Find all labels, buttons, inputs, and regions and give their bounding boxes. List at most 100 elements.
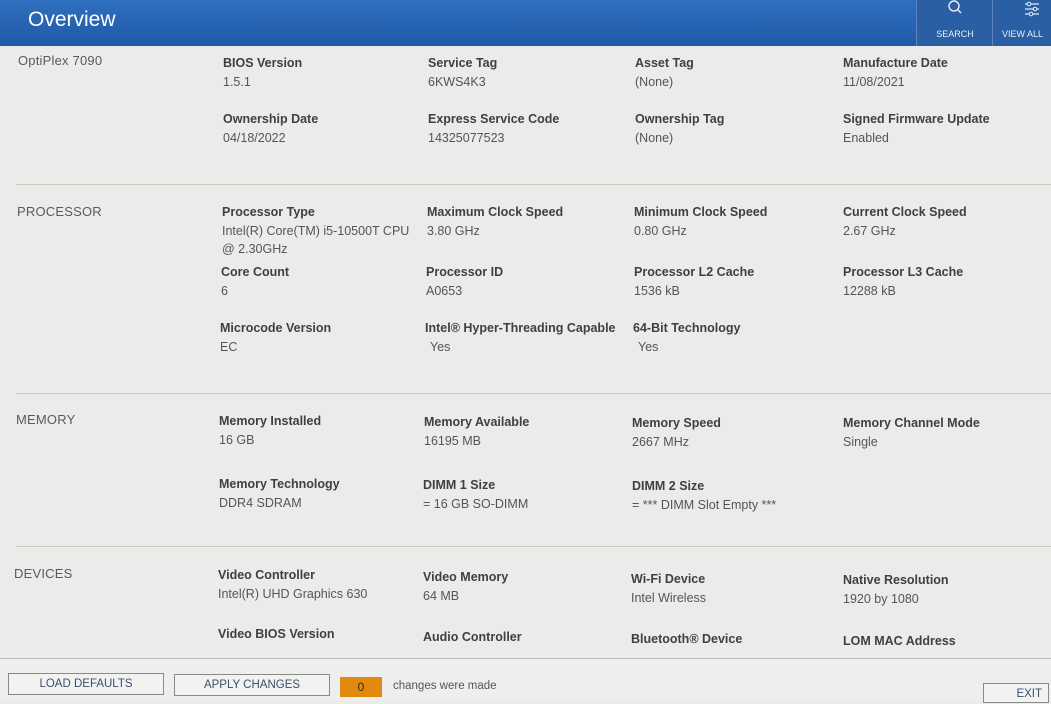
view-all-label: VIEW ALL [1001, 29, 1044, 39]
field-value: 14325077523 [428, 131, 505, 145]
bluetooth-device-field: Bluetooth® Device [631, 631, 836, 649]
64-bit-technology-field: 64-Bit Technology Yes [633, 320, 838, 356]
field-key: Memory Installed [219, 414, 322, 428]
field-key: Microcode Version [220, 321, 332, 335]
field-value: = 16 GB SO-DIMM [423, 497, 529, 511]
field-key: Memory Available [424, 415, 530, 429]
field-value: Intel Wireless [631, 591, 707, 605]
video-bios-version-field: Video BIOS Version [218, 626, 423, 644]
field-value: DDR4 SDRAM [219, 496, 302, 510]
field-key: Asset Tag [635, 56, 694, 70]
field-value: Single [843, 435, 878, 449]
changes-count-badge: 0 [340, 677, 382, 697]
field-value: 16195 MB [424, 434, 481, 448]
field-value: 3.80 GHz [427, 224, 480, 238]
ownership-date-field: Ownership Date 04/18/2022 [223, 111, 428, 147]
load-defaults-button[interactable]: LOAD DEFAULTS [8, 673, 164, 695]
field-key: Ownership Date [223, 112, 319, 126]
search-label: SEARCH [936, 29, 974, 39]
search-icon [948, 0, 962, 14]
search-button[interactable]: SEARCH [916, 0, 993, 46]
field-value: Enabled [843, 131, 889, 145]
signed-firmware-update-field: Signed Firmware Update Enabled [843, 111, 1048, 147]
current-clock-speed-field: Current Clock Speed 2.67 GHz [843, 204, 1048, 240]
field-value: EC [220, 340, 238, 354]
processor-id-field: Processor ID A0653 [426, 264, 631, 300]
dimm1-size-field: DIMM 1 Size = 16 GB SO-DIMM [423, 477, 628, 513]
field-key: LOM MAC Address [843, 634, 956, 648]
field-value: (None) [635, 131, 674, 145]
video-memory-field: Video Memory 64 MB [423, 569, 628, 605]
field-value: Intel(R) UHD Graphics 630 [218, 587, 368, 601]
field-value: Yes [430, 340, 451, 354]
min-clock-speed-field: Minimum Clock Speed 0.80 GHz [634, 204, 839, 240]
footer-bar: LOAD DEFAULTS APPLY CHANGES 0 changes we… [0, 658, 1051, 703]
section-divider [16, 184, 1051, 185]
field-value: 16 GB [219, 433, 255, 447]
field-key: DIMM 2 Size [632, 479, 705, 493]
sliders-icon [1025, 1, 1039, 17]
manufacture-date-field: Manufacture Date 11/08/2021 [843, 55, 1048, 91]
field-key: Current Clock Speed [843, 205, 967, 219]
field-value: 0.80 GHz [634, 224, 687, 238]
processor-section-label: PROCESSOR [17, 204, 102, 219]
field-key: Memory Speed [632, 416, 721, 430]
express-service-code-field: Express Service Code 14325077523 [428, 111, 633, 147]
field-key: Wi-Fi Device [631, 572, 706, 586]
video-controller-field: Video Controller Intel(R) UHD Graphics 6… [218, 567, 423, 603]
exit-button[interactable]: EXIT [983, 683, 1049, 703]
field-key: Audio Controller [423, 630, 522, 644]
field-key: Manufacture Date [843, 56, 948, 70]
l2-cache-field: Processor L2 Cache 1536 kB [634, 264, 839, 300]
field-value: 11/08/2021 [843, 75, 905, 89]
field-key: BIOS Version [223, 56, 303, 70]
field-value: 12288 kB [843, 284, 896, 298]
ownership-tag-field: Ownership Tag (None) [635, 111, 840, 147]
field-key: Processor L3 Cache [843, 265, 964, 279]
field-key: Native Resolution [843, 573, 949, 587]
field-value: 1536 kB [634, 284, 680, 298]
field-key: Bluetooth® Device [631, 632, 743, 646]
max-clock-speed-field: Maximum Clock Speed 3.80 GHz [427, 204, 632, 240]
field-key: Video Memory [423, 570, 509, 584]
memory-available-field: Memory Available 16195 MB [424, 414, 629, 450]
field-value: 6KWS4K3 [428, 75, 486, 89]
devices-section-label: DEVICES [14, 566, 73, 581]
field-value: 6 [221, 284, 228, 298]
field-key: Express Service Code [428, 112, 560, 126]
field-value: 2667 MHz [632, 435, 689, 449]
view-all-button[interactable]: VIEW ALL [992, 0, 1051, 46]
service-tag-field: Service Tag 6KWS4K3 [428, 55, 633, 91]
section-divider [16, 546, 1051, 547]
hyper-threading-field: Intel® Hyper-Threading Capable Yes [425, 320, 630, 356]
field-value: A0653 [426, 284, 463, 298]
field-key: Intel® Hyper-Threading Capable [425, 321, 616, 335]
core-count-field: Core Count 6 [221, 264, 426, 300]
memory-speed-field: Memory Speed 2667 MHz [632, 415, 837, 451]
field-value: Intel(R) Core(TM) i5-10500T CPU @ 2.30GH… [222, 224, 410, 256]
field-key: Processor ID [426, 265, 504, 279]
native-resolution-field: Native Resolution 1920 by 1080 [843, 572, 1048, 608]
memory-channel-mode-field: Memory Channel Mode Single [843, 415, 1048, 451]
field-key: DIMM 1 Size [423, 478, 496, 492]
processor-type-field: Processor Type Intel(R) Core(TM) i5-1050… [222, 204, 417, 258]
bios-version-field: BIOS Version 1.5.1 [223, 55, 428, 91]
field-value: (None) [635, 75, 674, 89]
field-key: Memory Channel Mode [843, 416, 980, 430]
section-divider [16, 393, 1051, 394]
field-value: 04/18/2022 [223, 131, 286, 145]
l3-cache-field: Processor L3 Cache 12288 kB [843, 264, 1048, 300]
header-bar: Overview SEARCH VIEW ALL [0, 0, 1051, 46]
field-key: Video BIOS Version [218, 627, 335, 641]
lom-mac-address-field: LOM MAC Address [843, 633, 1048, 651]
field-key: Video Controller [218, 568, 316, 582]
field-value: 1920 by 1080 [843, 592, 919, 606]
apply-changes-button[interactable]: APPLY CHANGES [174, 674, 330, 696]
field-key: Signed Firmware Update [843, 112, 990, 126]
wifi-device-field: Wi-Fi Device Intel Wireless [631, 571, 836, 607]
page-title: Overview [28, 8, 116, 31]
memory-section-label: MEMORY [16, 412, 76, 427]
field-value: 64 MB [423, 589, 460, 603]
dimm2-size-field: DIMM 2 Size = *** DIMM Slot Empty *** [632, 478, 837, 514]
field-value: 2.67 GHz [843, 224, 896, 238]
